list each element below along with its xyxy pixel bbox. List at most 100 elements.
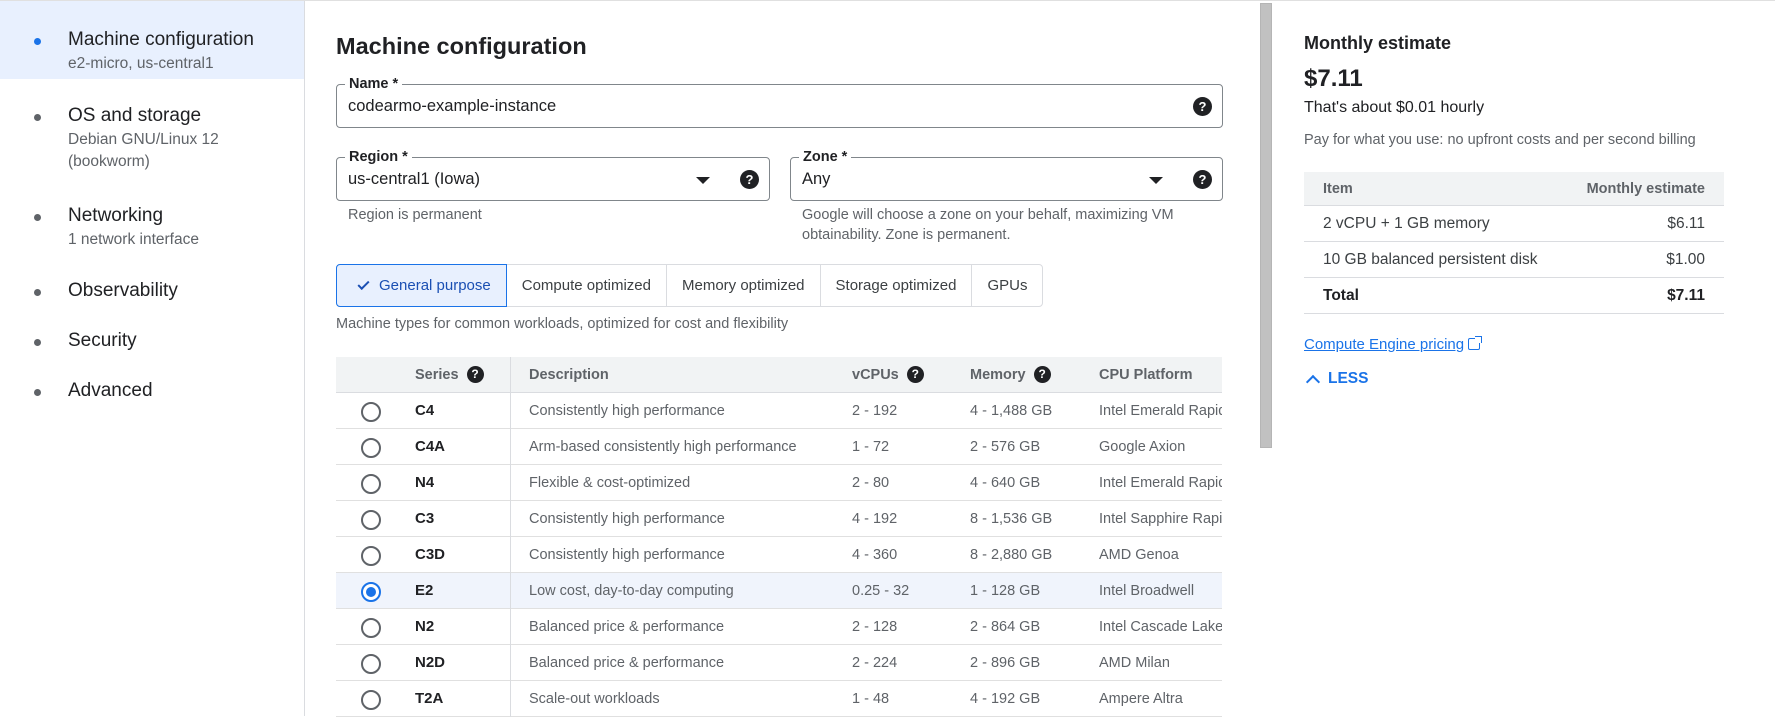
series-radio[interactable] [361, 690, 381, 710]
cell-vcpus: 4 - 360 [852, 547, 898, 563]
tab-general-purpose[interactable]: General purpose [336, 264, 507, 307]
machine-config-panel: Machine configuration Name * codearmo-ex… [306, 1, 1266, 717]
nav-item-label: Advanced [68, 380, 153, 401]
help-icon[interactable]: ? [1193, 97, 1212, 116]
region-select[interactable]: Region * us-central1 (Iowa) ? [336, 147, 770, 201]
help-icon[interactable]: ? [1033, 365, 1051, 383]
col-description: Description [529, 367, 609, 383]
dot-icon [34, 114, 41, 121]
series-radio[interactable] [361, 402, 381, 422]
estimate-total-row: Total $7.11 [1304, 278, 1724, 314]
table-row[interactable]: C4 Consistently high performance 2 - 192 4 … [336, 393, 1222, 429]
dot-icon [34, 389, 41, 396]
series-radio[interactable] [361, 546, 381, 566]
cell-description: Low cost, day-to-day computing [529, 583, 734, 599]
col-vcpus-label: vCPUs [852, 367, 899, 383]
estimate-table-header: Item Monthly estimate [1304, 172, 1724, 206]
estimate-item: 10 GB balanced persistent disk [1323, 251, 1538, 268]
cell-cpu-platform: Intel Emerald Rapids [1099, 403, 1222, 419]
col-memory-label: Memory [970, 367, 1026, 383]
nav-item-label: Networking [68, 205, 164, 226]
tab-storage-optimized[interactable]: Storage optimized [821, 265, 973, 306]
estimate-title: Monthly estimate [1304, 33, 1452, 53]
nav-item-label: Machine configuration [68, 29, 254, 50]
col-series-label: Series [415, 367, 459, 383]
series-radio[interactable] [361, 654, 381, 674]
cell-memory: 8 - 2,880 GB [970, 547, 1053, 563]
estimate-panel: Monthly estimate $7.11 That's about $0.0… [1304, 0, 1775, 716]
table-row[interactable]: N4 Flexible & cost-optimized 2 - 80 4 - 640… [336, 465, 1222, 501]
table-row[interactable]: C3D Consistently high performance 4 - 360 8… [336, 537, 1222, 573]
cell-vcpus: 1 - 72 [852, 439, 890, 455]
cell-description: Consistently high performance [529, 511, 725, 527]
nav-item-sub: e2-micro, us-central1 [68, 55, 214, 72]
section-nav: Machine configuration e2-micro, us-centr… [0, 1, 305, 716]
pricing-link[interactable]: Compute Engine pricing [1304, 336, 1483, 353]
nav-item-observability[interactable]: Observability [0, 278, 304, 308]
table-row[interactable]: C3 Consistently high performance 4 - 192 8 … [336, 501, 1222, 537]
active-dot-icon [34, 38, 41, 45]
tab-gpus[interactable]: GPUs [972, 265, 1042, 306]
col-cpu-platform: CPU Platform [1099, 367, 1193, 383]
cell-series: T2A [415, 690, 444, 707]
estimate-item: 2 vCPU + 1 GB memory [1323, 215, 1490, 232]
zone-hint-line1: Google will choose a zone on your behalf… [802, 207, 1174, 223]
estimate-cost: $7.11 [1667, 287, 1705, 304]
table-row[interactable]: N2 Balanced price & performance 2 - 128 2 -… [336, 609, 1222, 645]
cell-description: Flexible & cost-optimized [529, 475, 691, 491]
scrollbar[interactable] [1260, 3, 1272, 448]
external-link-icon [1468, 336, 1483, 350]
cell-cpu-platform: Intel Emerald Rapids [1099, 475, 1222, 491]
nav-item-sub: (bookworm) [68, 153, 150, 170]
zone-select-label: Zone * [799, 147, 852, 167]
table-row[interactable]: N2D Balanced price & performance 2 - 224 2 … [336, 645, 1222, 681]
dot-icon [34, 289, 41, 296]
page-title: Machine configuration [336, 33, 587, 59]
table-row[interactable]: T2A Scale-out workloads 1 - 48 4 - 192 GB Am… [336, 681, 1222, 717]
cell-series: C3 [415, 510, 435, 527]
nav-item-sub: 1 network interface [68, 231, 199, 248]
estimate-row: 10 GB balanced persistent disk $1.00 [1304, 242, 1724, 278]
name-field-value[interactable]: codearmo-example-instance [348, 97, 556, 116]
series-radio[interactable] [361, 510, 381, 530]
name-field[interactable]: Name * codearmo-example-instance ? [336, 74, 1223, 128]
help-icon[interactable]: ? [906, 365, 924, 383]
help-icon[interactable]: ? [466, 365, 484, 383]
less-button[interactable]: LESS [1304, 370, 1368, 390]
machine-series-table: Series? Description vCPUs? Memory? CPU P… [336, 357, 1222, 717]
cell-cpu-platform: Ampere Altra [1099, 691, 1183, 707]
estimate-item: Total [1323, 287, 1359, 304]
estimate-hourly: That's about $0.01 hourly [1304, 99, 1485, 116]
cell-vcpus: 2 - 128 [852, 619, 898, 635]
tab-memory-optimized[interactable]: Memory optimized [667, 265, 821, 306]
nav-item-advanced[interactable]: Advanced [0, 378, 304, 408]
cell-series: E2 [415, 582, 434, 599]
col-item: Item [1323, 181, 1353, 197]
cell-cpu-platform: AMD Milan [1099, 655, 1170, 671]
dot-icon [34, 339, 41, 346]
help-icon[interactable]: ? [1193, 170, 1212, 189]
nav-item-os-storage[interactable]: OS and storage Debian GNU/Linux 12 (book… [0, 103, 304, 183]
series-radio[interactable] [361, 474, 381, 494]
nav-item-security[interactable]: Security [0, 328, 304, 358]
help-icon[interactable]: ? [740, 170, 759, 189]
series-radio[interactable] [361, 582, 381, 602]
check-icon [357, 277, 370, 290]
nav-item-label: Security [68, 330, 137, 351]
cell-cpu-platform: Intel Sapphire Rapids [1099, 511, 1222, 527]
series-radio[interactable] [361, 438, 381, 458]
zone-select[interactable]: Zone * Any ? [790, 147, 1223, 201]
nav-item-machine-configuration[interactable]: Machine configuration e2-micro, us-centr… [0, 1, 304, 79]
name-field-label: Name * [345, 74, 403, 94]
table-header: Series? Description vCPUs? Memory? CPU P… [336, 357, 1222, 393]
series-radio[interactable] [361, 618, 381, 638]
col-monthly-estimate: Monthly estimate [1586, 181, 1705, 197]
machine-family-tabs: General purpose Compute optimized Memory… [336, 264, 1044, 307]
nav-item-label: Observability [68, 280, 178, 301]
zone-hint-line2: obtainability. Zone is permanent. [802, 227, 1011, 243]
tab-compute-optimized[interactable]: Compute optimized [507, 265, 667, 306]
nav-item-networking[interactable]: Networking 1 network interface [0, 203, 304, 257]
table-row[interactable]: C4A Arm-based consistently high performan… [336, 429, 1222, 465]
cell-vcpus: 2 - 80 [852, 475, 890, 491]
table-row[interactable]: E2 Low cost, day-to-day computing 0.25 - 3… [336, 573, 1222, 609]
